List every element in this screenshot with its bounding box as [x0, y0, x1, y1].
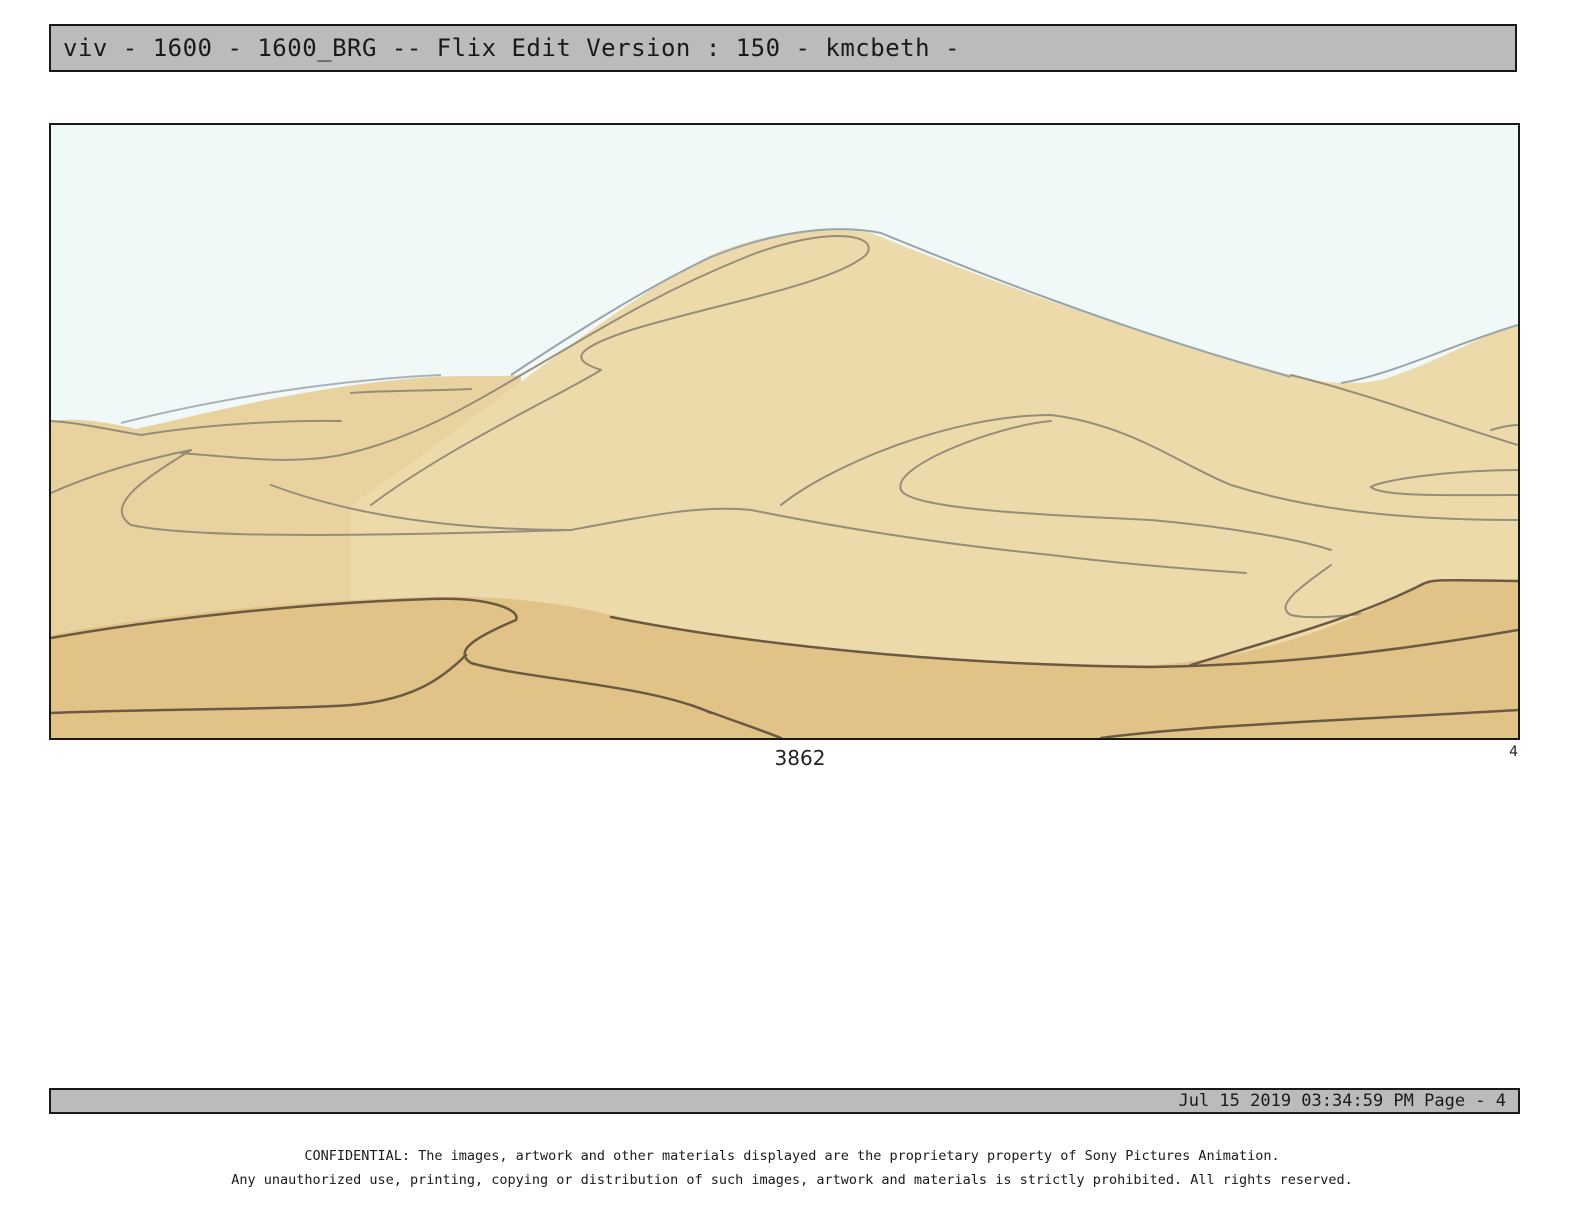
storyboard-panel	[49, 123, 1520, 740]
confidential-line-1: CONFIDENTIAL: The images, artwork and ot…	[304, 1148, 1280, 1164]
confidential-notice: CONFIDENTIAL: The images, artwork and ot…	[0, 1144, 1584, 1192]
desert-dunes-artwork	[51, 125, 1518, 738]
panel-index: 4	[1509, 744, 1518, 760]
header-title: viv - 1600 - 1600_BRG -- Flix Edit Versi…	[63, 34, 960, 62]
footer-timestamp-page: Jul 15 2019 03:34:59 PM Page - 4	[1178, 1091, 1506, 1111]
confidential-line-2: Any unauthorized use, printing, copying …	[231, 1172, 1353, 1188]
panel-number: 3862	[774, 746, 826, 770]
header-bar: viv - 1600 - 1600_BRG -- Flix Edit Versi…	[49, 24, 1517, 72]
footer-bar: Jul 15 2019 03:34:59 PM Page - 4	[49, 1088, 1520, 1114]
